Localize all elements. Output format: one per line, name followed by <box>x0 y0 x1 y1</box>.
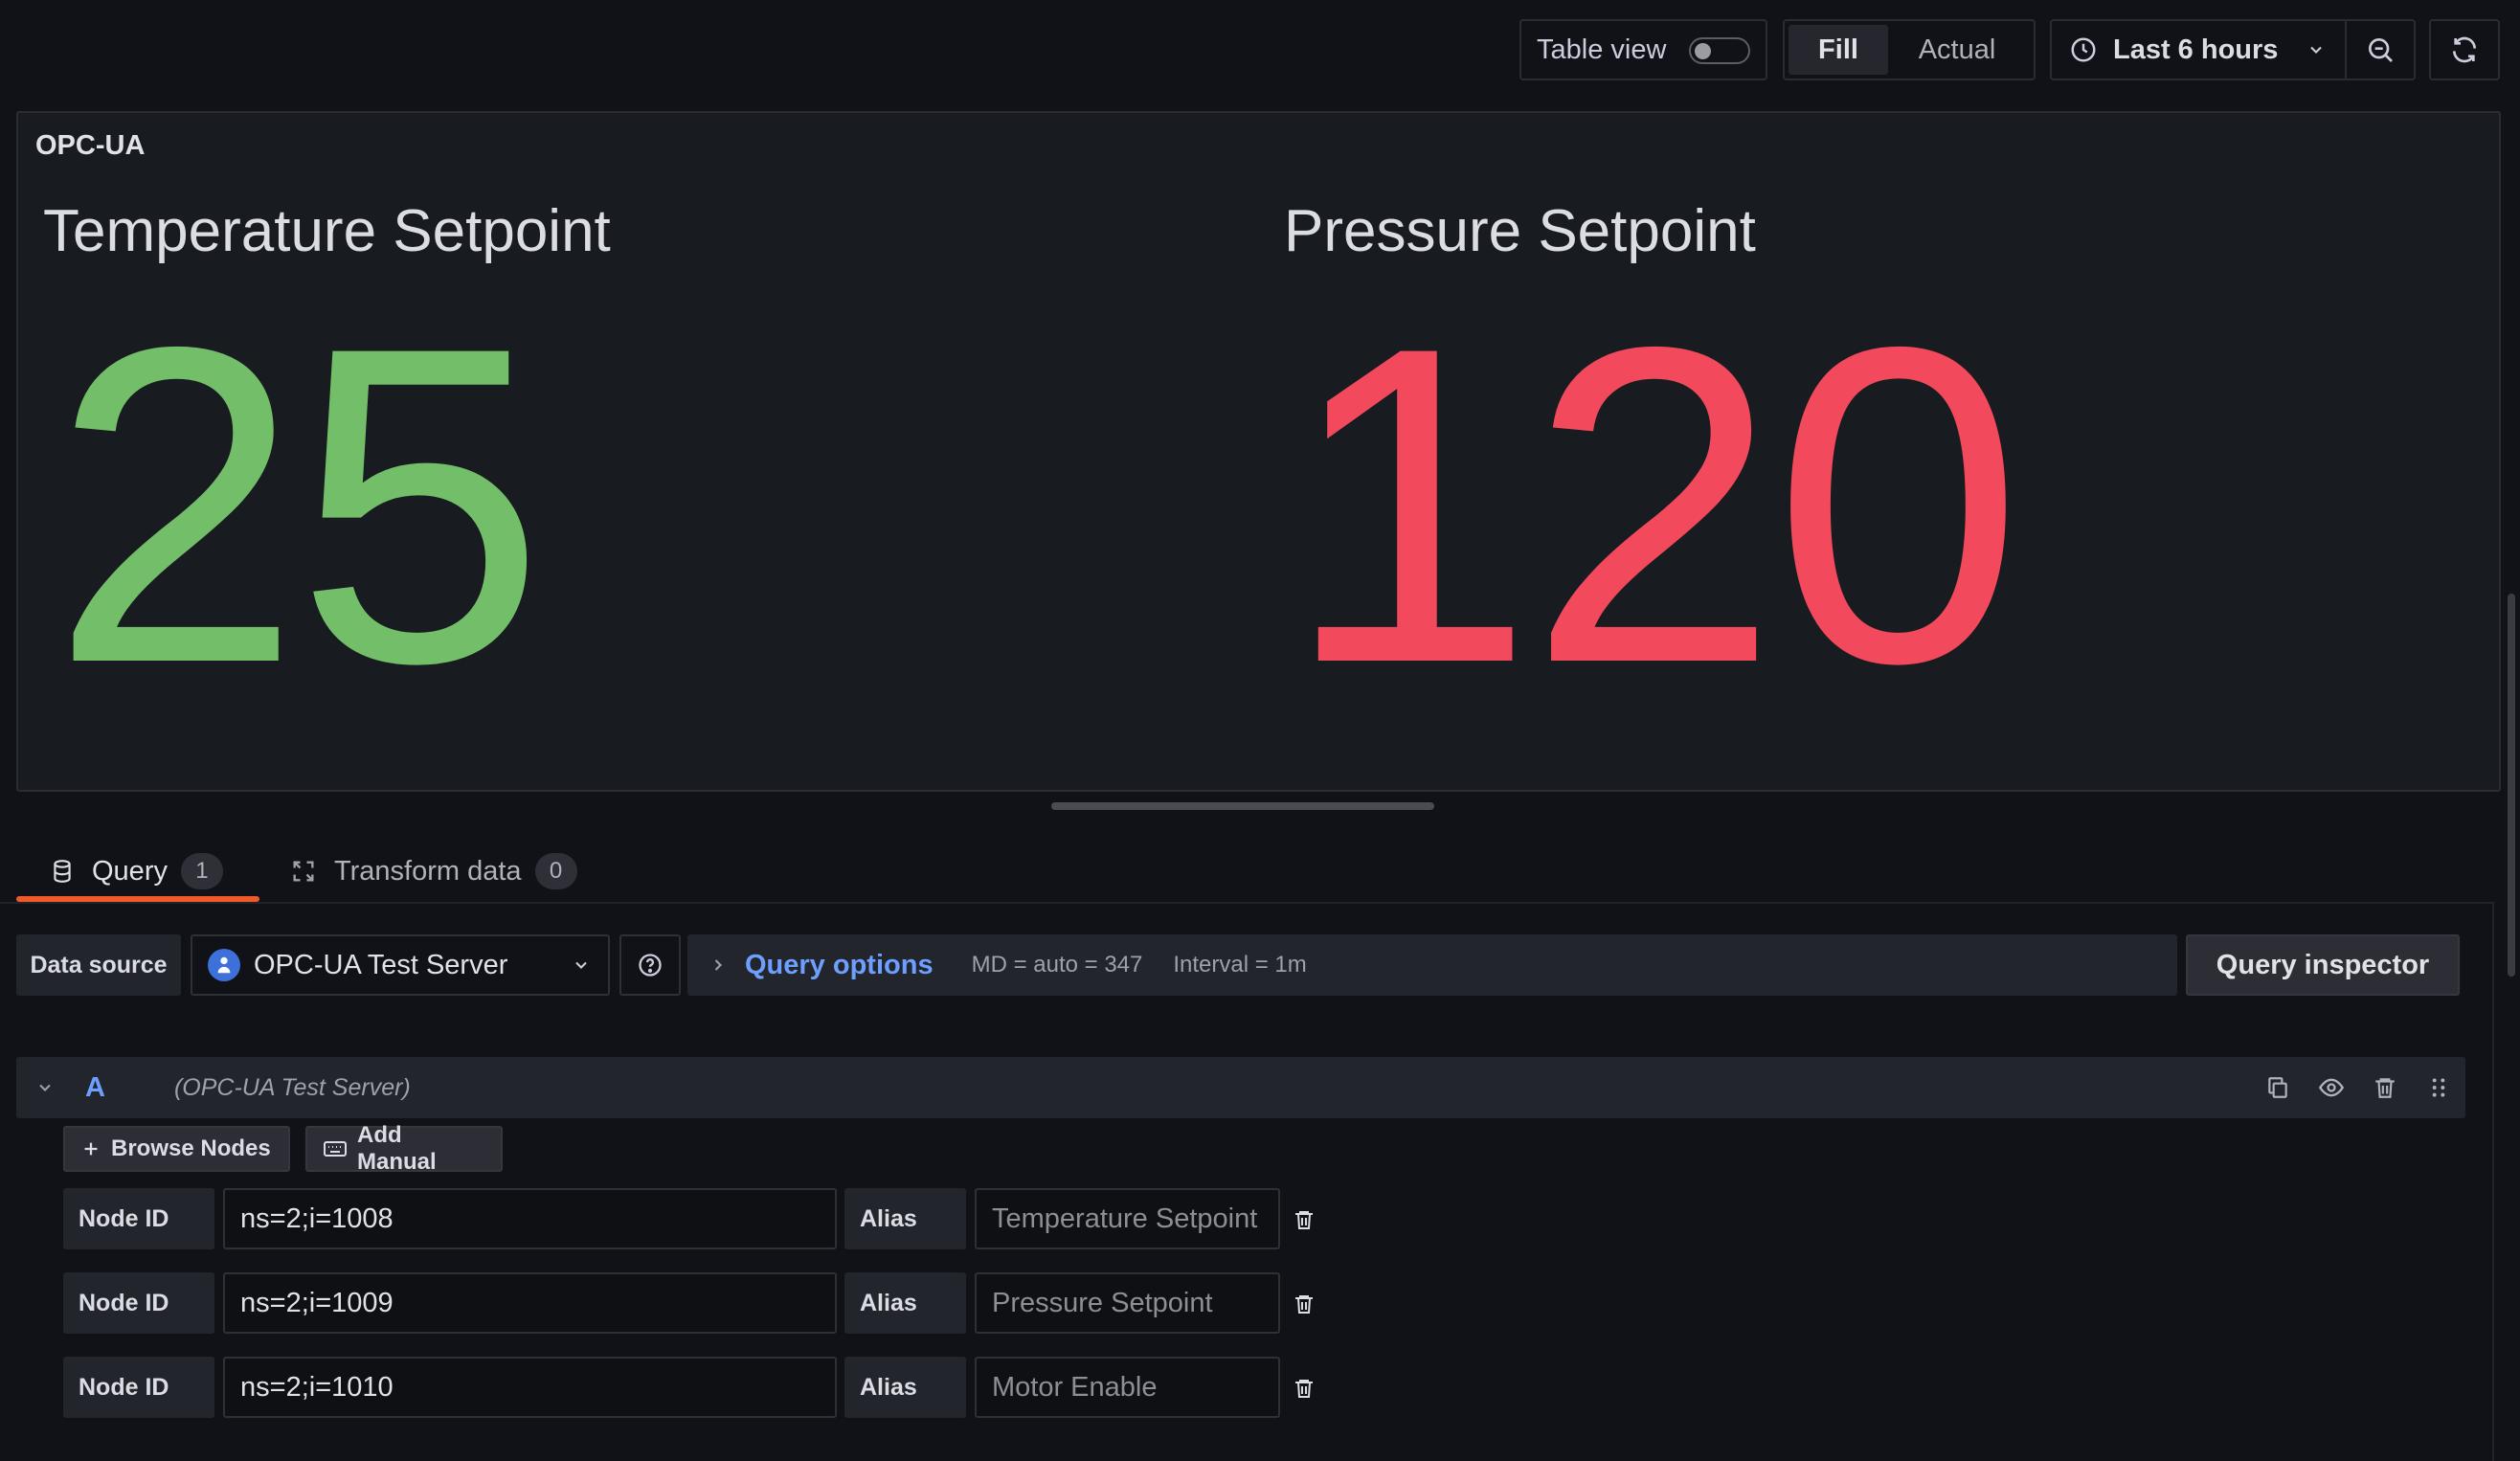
stat-value-temperature: 25 <box>51 254 546 756</box>
query-options[interactable]: Query options MD = auto = 347 Interval =… <box>687 934 2177 996</box>
node-id-input[interactable]: ns=2;i=1009 <box>223 1272 837 1334</box>
keyboard-icon <box>323 1138 348 1159</box>
fill-actual-switch: Fill Actual <box>1783 19 2036 80</box>
chevron-down-icon <box>2306 40 2326 59</box>
tab-transform-label: Transform data <box>334 855 522 887</box>
chevron-down-icon <box>572 955 591 975</box>
page-scrollbar[interactable] <box>2508 594 2515 977</box>
alias-input[interactable]: Temperature Setpoint <box>975 1188 1280 1249</box>
chevron-right-icon <box>709 955 728 975</box>
query-ref-id: A <box>85 1071 105 1103</box>
alias-label: Alias <box>844 1188 966 1249</box>
add-manual-label: Add Manual <box>357 1122 437 1175</box>
opcua-logo-icon <box>208 949 240 981</box>
tab-query-label: Query <box>92 855 168 887</box>
panel-resize-handle[interactable] <box>1051 802 1434 810</box>
tab-transform-count: 0 <box>534 853 577 889</box>
node-id-input[interactable]: ns=2;i=1008 <box>223 1188 837 1249</box>
duplicate-query-icon[interactable] <box>2251 1075 2305 1100</box>
delete-node-trash-icon[interactable] <box>1290 1203 1318 1236</box>
question-circle-icon <box>637 952 664 978</box>
refresh-icon <box>2449 34 2480 65</box>
browse-nodes-button[interactable]: Browse Nodes <box>63 1126 290 1172</box>
alias-input[interactable]: Motor Enable <box>975 1357 1280 1418</box>
collapse-chevron-icon[interactable] <box>35 1078 55 1097</box>
drag-handle-icon[interactable] <box>2412 1075 2465 1100</box>
clock-icon <box>2069 35 2098 64</box>
delete-node-trash-icon[interactable] <box>1290 1288 1318 1320</box>
max-data-points: MD = auto = 347 <box>971 952 1143 978</box>
refresh-button[interactable] <box>2429 19 2500 80</box>
node-id-label: Node ID <box>63 1188 214 1249</box>
query-row-header[interactable]: A (OPC-UA Test Server) <box>16 1057 2465 1118</box>
time-range-label: Last 6 hours <box>2113 34 2279 65</box>
tab-query[interactable]: Query 1 <box>50 843 223 900</box>
tab-query-count: 1 <box>180 853 223 889</box>
table-view-switch[interactable] <box>1689 37 1750 64</box>
data-source-label: Data source <box>16 934 181 996</box>
browse-nodes-label: Browse Nodes <box>111 1135 271 1161</box>
hide-query-eye-icon[interactable] <box>2305 1074 2358 1101</box>
zoom-out-button[interactable] <box>2345 19 2416 80</box>
database-icon <box>50 859 75 884</box>
table-view-label: Table view <box>1537 34 1667 65</box>
alias-input[interactable]: Pressure Setpoint <box>975 1272 1280 1334</box>
time-range-picker[interactable]: Last 6 hours <box>2050 19 2347 80</box>
plus-icon <box>80 1138 101 1159</box>
help-button[interactable] <box>619 934 681 996</box>
stat-value-pressure: 120 <box>1284 254 2023 756</box>
alias-label: Alias <box>844 1357 966 1418</box>
tab-transform[interactable]: Transform data 0 <box>290 843 577 900</box>
interval-info: Interval = 1m <box>1173 952 1307 978</box>
zoom-out-icon <box>2365 34 2396 65</box>
data-source-name: OPC-UA Test Server <box>254 949 508 980</box>
node-id-input[interactable]: ns=2;i=1010 <box>223 1357 837 1418</box>
add-manual-button[interactable]: Add Manual <box>305 1122 503 1175</box>
delete-node-trash-icon[interactable] <box>1290 1372 1318 1405</box>
alias-label: Alias <box>844 1272 966 1334</box>
node-id-label: Node ID <box>63 1357 214 1418</box>
node-id-label: Node ID <box>63 1272 214 1334</box>
actual-button[interactable]: Actual <box>1888 25 2026 75</box>
panel-preview: OPC-UA Temperature Setpoint 25 Pressure … <box>16 111 2501 792</box>
panel-title: OPC-UA <box>35 130 146 161</box>
query-inspector-button[interactable]: Query inspector <box>2186 934 2460 996</box>
active-tab-indicator <box>16 896 259 902</box>
transform-icon <box>290 858 317 885</box>
fill-button[interactable]: Fill <box>1789 25 1888 75</box>
query-datasource-hint: (OPC-UA Test Server) <box>173 1073 411 1101</box>
delete-query-trash-icon[interactable] <box>2358 1075 2412 1100</box>
table-view-toggle[interactable]: Table view <box>1519 19 1767 80</box>
data-source-select[interactable]: OPC-UA Test Server <box>191 934 610 996</box>
query-options-label: Query options <box>745 949 934 980</box>
